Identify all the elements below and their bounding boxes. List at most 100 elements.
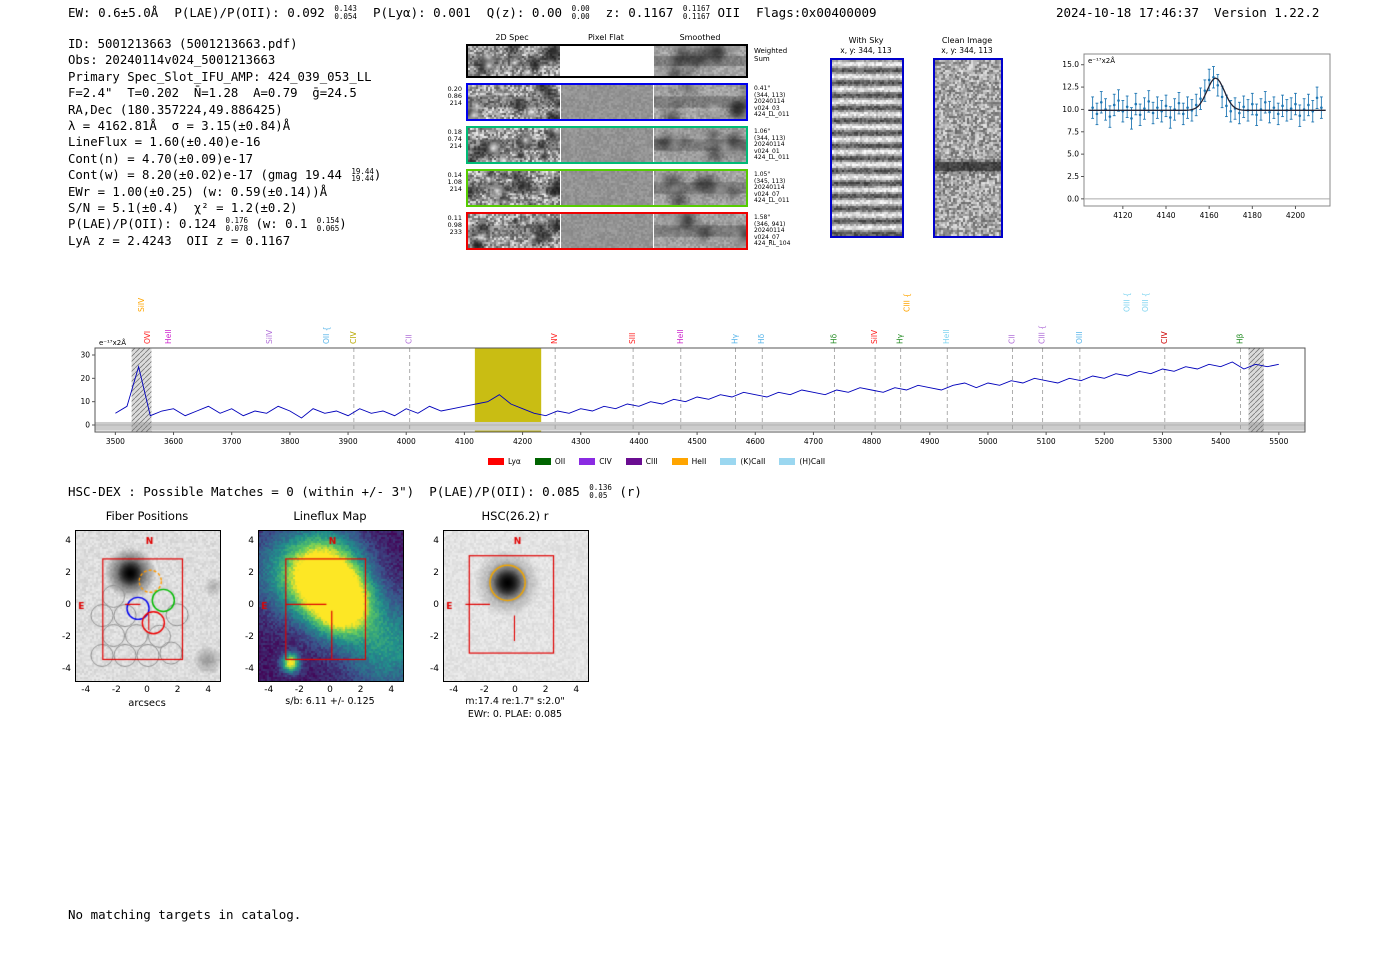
spec2d-strip-canvas bbox=[468, 128, 560, 162]
fiber-weight-label: 0.14 1.08 214 bbox=[447, 171, 462, 193]
info-text: F=2.4" T=0.202 N̄=1.28 A=0.79 ḡ=24.5 bbox=[68, 86, 357, 101]
info-text: Cont(n) = 4.70(±0.09)e-17 bbox=[68, 151, 254, 166]
clean-image-cutout bbox=[933, 58, 1003, 238]
emission-line-label: Hδ bbox=[829, 333, 838, 344]
y-tick-label: 2 bbox=[65, 568, 71, 579]
x-tick-label: -4 bbox=[81, 685, 91, 695]
x-tick-label: 4140 bbox=[1156, 211, 1175, 220]
info-text: Obs: 20240114v024_5001213663 bbox=[68, 53, 276, 68]
lower-bound: 0.065 bbox=[316, 223, 340, 233]
fiber-weight-label: 0.18 0.74 214 bbox=[447, 128, 462, 150]
emission-line-label: SiIV bbox=[870, 329, 879, 344]
emission-line-label: CII bbox=[1007, 334, 1016, 344]
flags-stat: Flags:0x00400009 bbox=[756, 5, 876, 20]
y-tick-label: 10.0 bbox=[1062, 105, 1079, 114]
x-tick-label: 4100 bbox=[455, 437, 474, 446]
col-header-pixel-flat: Pixel Flat bbox=[588, 33, 624, 42]
info-text: ) bbox=[339, 217, 347, 232]
info-text: Cont(w) = 8.20(±0.02)e-17 (gmag 19.44 bbox=[68, 168, 350, 183]
smoothed-strip-canvas bbox=[654, 128, 746, 162]
zoom-spectrum-plot: 0.0 2.5 5.0 7.5 10.0 12.5 15.0 4120 4140 4160 4180… bbox=[1062, 53, 1331, 220]
ewr-plae-caption: EWr: 0. PLAE: 0.085 bbox=[467, 709, 563, 720]
lower-bound: 0.00 bbox=[571, 11, 590, 21]
x-tick-label: 3700 bbox=[222, 437, 241, 446]
legend-label: OII bbox=[554, 457, 566, 466]
legend-label: Lyα bbox=[508, 457, 521, 466]
qz-stat: Q(z): 0.00 0.00 0.00 bbox=[487, 5, 590, 20]
emission-line-label: Hδ bbox=[757, 333, 766, 344]
x-tick-label: 0 bbox=[144, 685, 150, 695]
legend-item: (H)CaII bbox=[779, 457, 825, 466]
spec2d-strip-canvas bbox=[468, 214, 560, 248]
lineflux-map-image bbox=[258, 530, 404, 682]
y-tick-label: 7.5 bbox=[1067, 127, 1079, 136]
y-tick-label: 10 bbox=[80, 397, 90, 406]
emission-line-label: OIII bbox=[1075, 331, 1084, 344]
x-tick-label: 4 bbox=[388, 685, 395, 695]
y-tick-label: 20 bbox=[80, 374, 90, 383]
panel-title: HSC(26.2) r bbox=[481, 509, 549, 523]
info-text: Primary Spec_Slot_IFU_AMP: 424_039_053_L… bbox=[68, 69, 372, 84]
y-tick-label: 4 bbox=[433, 536, 439, 547]
y-tick-label: 5.0 bbox=[1067, 150, 1079, 159]
y-tick-label: -2 bbox=[245, 631, 254, 642]
x-tick-label: 2 bbox=[357, 685, 364, 695]
x-tick-label: 4 bbox=[205, 685, 212, 695]
x-tick-label: 5300 bbox=[1153, 437, 1172, 446]
fiber-annotation: 1.05" (345, 113) 20240114 v024_07 424_LL_011 bbox=[754, 171, 790, 205]
spec2d-area: Weighted Sum 0.20 0.86 214 0.41" (344, 113) 202… bbox=[440, 44, 820, 256]
stat-text: z: 0.1167 bbox=[605, 5, 681, 20]
y-axis-units-label: e⁻¹⁷x2Å bbox=[1088, 56, 1115, 65]
ew-stat: EW: 0.6±5.0Å bbox=[68, 5, 158, 20]
redshift-stat: z: 0.1167 0.1167 0.1167 OII bbox=[606, 5, 740, 20]
smoothed-strip-canvas bbox=[654, 171, 746, 205]
uncertainty-range: 0.176 0.078 bbox=[225, 217, 248, 232]
x-tick-label: 4600 bbox=[746, 437, 765, 446]
info-text: LineFlux = 1.60(±0.40)e-16 bbox=[68, 135, 261, 150]
x-tick-label: -4 bbox=[264, 685, 274, 695]
emission-line-label: OIII { bbox=[1141, 292, 1150, 312]
pixel-flat-canvas bbox=[561, 128, 653, 162]
spec2d-row bbox=[466, 83, 748, 121]
lower-bound: 0.078 bbox=[225, 223, 249, 233]
uncertainty-range: 0.143 0.054 bbox=[334, 5, 357, 20]
info-line: ID: 5001213663 (5001213663.pdf) bbox=[68, 36, 381, 52]
legend-item: OII bbox=[534, 457, 566, 466]
info-text: ) bbox=[373, 168, 382, 183]
stat-text: Q(z): 0.00 bbox=[486, 5, 570, 20]
x-tick-label: 4 bbox=[573, 685, 580, 695]
info-text: λ = 4162.81Å σ = 3.15(±0.84)Å bbox=[68, 119, 291, 134]
x-tick-label: 4900 bbox=[920, 437, 939, 446]
legend-label: HeII bbox=[691, 457, 707, 466]
legend-item: Lyα bbox=[488, 457, 521, 466]
legend-item: (K)CaII bbox=[720, 457, 765, 466]
panel-title: Lineflux Map bbox=[293, 509, 367, 523]
lineflux-map-panel: Lineflux Map s/b: 6.11 +/- 0.125 -4 -4 -2-… bbox=[228, 505, 428, 730]
pixel-flat-canvas bbox=[561, 171, 653, 205]
fiber-weight-label: 0.11 0.98 233 bbox=[447, 214, 462, 236]
smoothed-strip-canvas bbox=[654, 85, 746, 119]
x-tick-label: 3500 bbox=[106, 437, 125, 446]
x-tick-label: 4500 bbox=[688, 437, 707, 446]
x-tick-label: 4700 bbox=[804, 437, 823, 446]
x-tick-label: 4200 bbox=[1286, 211, 1305, 220]
info-text: LyA z = 2.4243 OII z = 0.1167 bbox=[68, 233, 291, 248]
emission-line-label: HeII bbox=[164, 329, 173, 344]
plya-stat: P(Lyα): 0.001 bbox=[373, 5, 471, 20]
y-tick-label: 0 bbox=[65, 600, 71, 610]
x-tick-label: 2 bbox=[174, 685, 181, 695]
full-spectrum-plot: SiIV OVI HeII SiIV OII {CIV CII NV SIII HeII Hγ Hδ… bbox=[80, 292, 1306, 446]
y-tick-label: 0 bbox=[433, 600, 439, 610]
x-tick-label: 4120 bbox=[1113, 211, 1132, 220]
info-line: Cont(w) = 8.20(±0.02)e-17 (gmag 19.44 19… bbox=[68, 167, 381, 183]
with-sky-cutout-image bbox=[830, 58, 904, 238]
y-tick-label: 30 bbox=[80, 351, 90, 360]
spec2d-strip-canvas bbox=[468, 171, 560, 205]
y-tick-label: -2 bbox=[430, 631, 439, 642]
legend-item: CIV bbox=[579, 457, 612, 466]
uncertainty-range: 0.136 0.05 bbox=[589, 484, 612, 499]
x-tick-label: 5200 bbox=[1095, 437, 1114, 446]
with-sky-title: With Sky bbox=[848, 36, 884, 45]
info-text: P(LAE)/P(OII): 0.124 bbox=[68, 217, 224, 232]
x-tick-label: -4 bbox=[449, 685, 459, 695]
